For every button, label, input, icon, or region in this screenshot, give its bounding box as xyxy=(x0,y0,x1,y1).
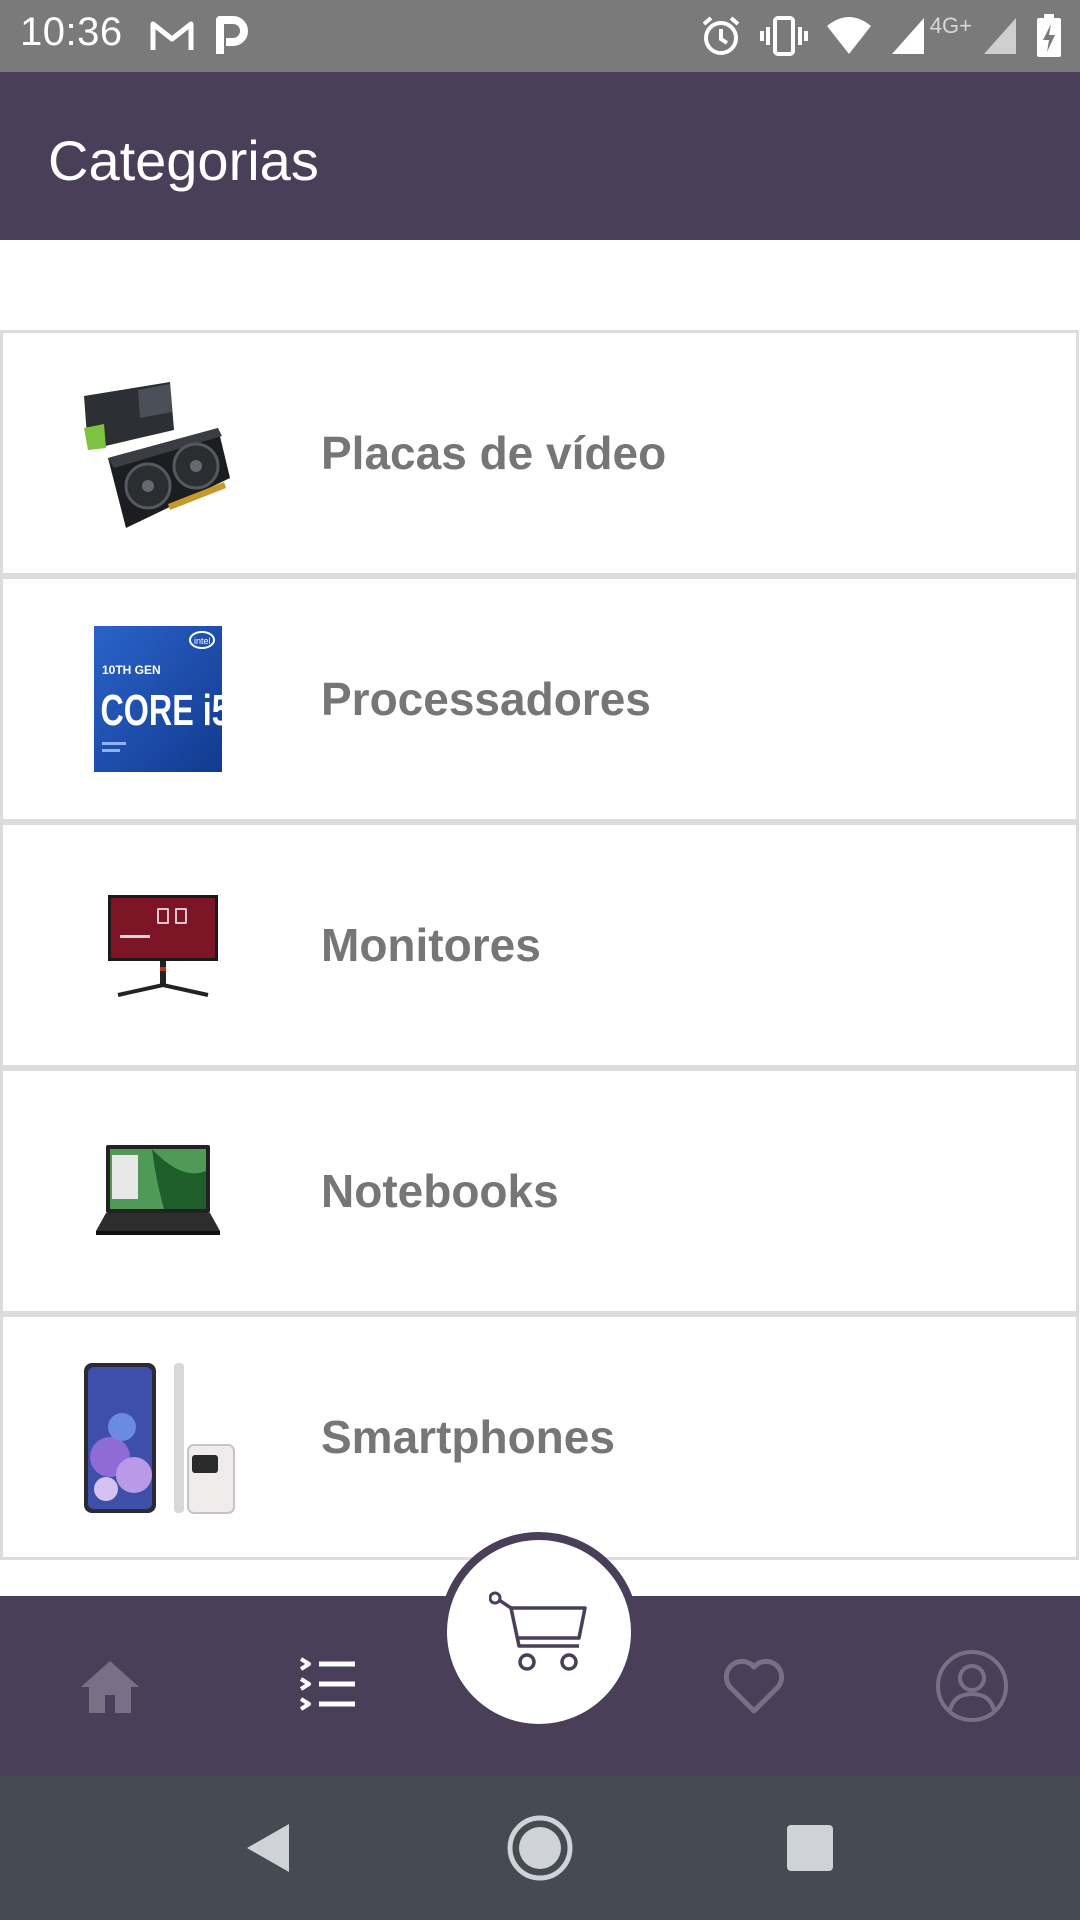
processor-name-text: CORE i5 xyxy=(101,687,225,736)
page-title: Categorias xyxy=(48,129,319,192)
category-item-monitores[interactable]: Monitores xyxy=(0,822,1079,1068)
smartphone-image xyxy=(73,1357,243,1517)
status-time: 10:36 xyxy=(20,10,123,54)
category-item-smartphones[interactable]: Smartphones xyxy=(0,1314,1079,1560)
category-item-processadores[interactable]: intel 10TH GEN CORE i5 Processadores xyxy=(0,576,1079,822)
favorites-heart-icon xyxy=(723,1658,785,1714)
profile-icon xyxy=(936,1650,1008,1722)
monitor-image xyxy=(73,865,243,1025)
status-notification-icons xyxy=(150,14,248,58)
category-item-placas-de-video[interactable]: Placas de vídeo xyxy=(0,330,1079,576)
category-label: Placas de vídeo xyxy=(321,427,667,479)
category-label: Notebooks xyxy=(321,1165,559,1217)
battery-charging-icon xyxy=(1037,14,1061,57)
graphics-card-image xyxy=(73,373,243,533)
recents-icon xyxy=(787,1825,833,1871)
cart-button[interactable] xyxy=(439,1532,639,1732)
category-list: Placas de vídeo intel 10TH GEN CORE i5 P… xyxy=(0,330,1080,1560)
app-bar: Categorias xyxy=(0,72,1080,240)
home-circle-icon xyxy=(507,1815,573,1881)
status-system-icons: 4G+ xyxy=(700,12,1062,60)
alarm-icon xyxy=(702,16,740,55)
signal-icon xyxy=(891,18,924,54)
category-item-notebooks[interactable]: Notebooks xyxy=(0,1068,1079,1314)
p-app-icon xyxy=(216,16,248,54)
category-label: Processadores xyxy=(321,673,651,725)
signal-icon xyxy=(984,18,1016,54)
system-home-button[interactable] xyxy=(490,1798,590,1898)
processor-box-image: intel 10TH GEN CORE i5 xyxy=(73,619,243,779)
category-label: Monitores xyxy=(321,919,541,971)
vibrate-icon xyxy=(759,16,808,56)
nav-profile-button[interactable] xyxy=(902,1596,1042,1776)
status-bar: 10:36 4G+ xyxy=(0,0,1080,72)
nav-favorites-button[interactable] xyxy=(684,1596,824,1776)
categories-list-icon xyxy=(299,1657,355,1711)
gmail-icon xyxy=(150,21,194,50)
category-label: Smartphones xyxy=(321,1411,615,1463)
network-type-label: 4G+ xyxy=(929,13,972,38)
cart-icon xyxy=(489,1591,587,1671)
nav-categories-button[interactable] xyxy=(258,1596,398,1776)
nav-home-button[interactable] xyxy=(40,1596,180,1776)
processor-brand-text: intel xyxy=(194,636,211,646)
system-recents-button[interactable] xyxy=(760,1798,860,1898)
system-navigation-bar xyxy=(0,1776,1080,1920)
wifi-icon xyxy=(826,17,871,54)
system-back-button[interactable] xyxy=(218,1798,318,1898)
back-icon xyxy=(247,1824,289,1872)
home-icon xyxy=(81,1661,139,1713)
processor-gen-text: 10TH GEN xyxy=(102,663,161,677)
notebook-image xyxy=(73,1111,243,1271)
